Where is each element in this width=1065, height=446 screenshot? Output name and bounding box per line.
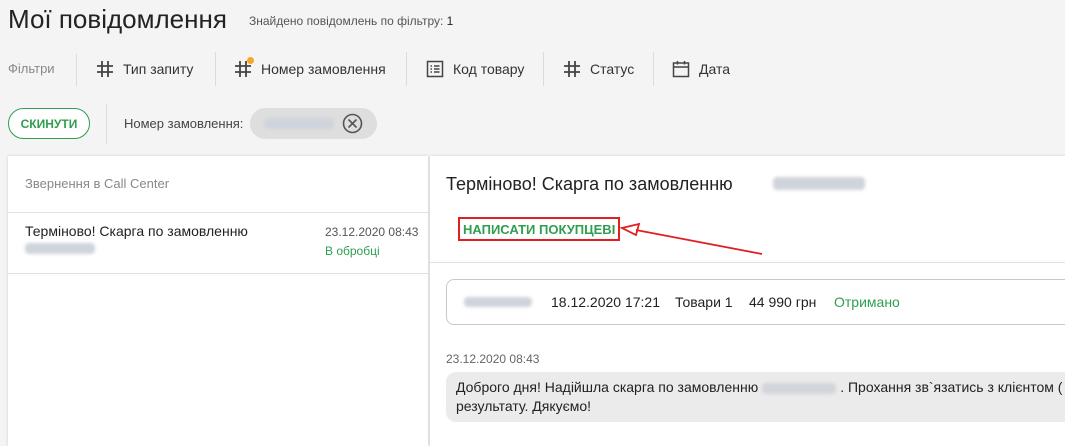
filter-divider (653, 52, 654, 86)
filter-request-type-label: Тип запиту (123, 61, 194, 77)
order-card[interactable]: 18.12.2020 17:21 Товари 1 44 990 грн Отр… (446, 279, 1065, 325)
order-status: Отримано (834, 294, 900, 310)
message-text-part2: . Прохання зв`язатись з клієнтом ( (840, 379, 1063, 395)
barcode-list-icon (426, 60, 444, 78)
order-items: Товари 1 (675, 294, 733, 310)
calendar-icon (672, 61, 690, 78)
filter-date[interactable]: Дата (671, 58, 730, 80)
active-filter-dot (247, 57, 254, 64)
message-datetime: 23.12.2020 08:43 (446, 352, 540, 366)
list-header: Звернення в Call Center (25, 176, 170, 191)
active-filter-label: Номер замовлення: (124, 116, 244, 131)
write-to-buyer-button[interactable]: НАПИСАТИ ПОКУПЦЕВІ (458, 217, 621, 241)
found-count: 1 (446, 14, 454, 28)
list-item-status: В обробці (325, 244, 380, 258)
reset-filters-button[interactable]: СКИНУТИ (8, 108, 90, 139)
requests-list-panel: Звернення в Call Center Терміново! Скарг… (8, 156, 428, 446)
list-item-datetime: 23.12.2020 08:43 (325, 225, 419, 239)
message-text-part1: Доброго дня! Надійшла скарга по замовлен… (456, 379, 759, 395)
hash-icon (564, 61, 580, 77)
filter-order-number[interactable]: Номер замовлення (233, 57, 386, 80)
filter-divider (215, 52, 216, 86)
message-line-1: Доброго дня! Надійшла скарга по замовлен… (456, 379, 1062, 395)
filter-product-code[interactable]: Код товару (425, 58, 524, 80)
redacted-order-number (264, 118, 334, 129)
detail-title: Терміново! Скарга по замовленню (446, 174, 733, 194)
order-datetime: 18.12.2020 17:21 (551, 294, 660, 310)
annotation-arrow-icon (620, 222, 763, 255)
list-item-title: Терміново! Скарга по замовленню (25, 223, 248, 239)
redacted-order-number (773, 177, 865, 190)
redacted-order-number (25, 243, 95, 254)
filter-divider (543, 52, 544, 86)
filter-order-number-label: Номер замовлення (261, 61, 386, 77)
list-divider (8, 273, 428, 274)
reset-divider (106, 104, 107, 144)
filter-status-label: Статус (590, 61, 635, 77)
filter-divider (406, 52, 407, 86)
request-detail-panel: Терміново! Скарга по замовленню НАПИСАТИ… (430, 156, 1065, 446)
filters-label: Фільтри (8, 61, 55, 76)
message-bubble: Доброго дня! Надійшла скарга по замовлен… (446, 372, 1065, 422)
detail-divider (430, 262, 1065, 263)
list-item[interactable]: Терміново! Скарга по замовленню 23.12.20… (8, 213, 428, 273)
redacted-order-number (464, 297, 532, 307)
found-label: Знайдено повідомлень по фільтру: (249, 14, 444, 28)
filter-date-label: Дата (699, 61, 731, 77)
hash-icon (97, 61, 113, 77)
page-title: Мої повідомлення (8, 4, 227, 34)
order-amount: 44 990 грн (749, 294, 817, 310)
active-filter-chip (250, 108, 377, 139)
filter-product-code-label: Код товару (453, 61, 525, 77)
filter-request-type[interactable]: Тип запиту (95, 58, 193, 80)
filter-status[interactable]: Статус (562, 58, 634, 80)
message-line-2: результату. Дякуємо! (456, 398, 592, 414)
hash-icon-wrap (233, 57, 261, 79)
filters-divider (76, 54, 77, 86)
clear-filter-icon[interactable] (341, 112, 364, 135)
redacted-order-number (762, 382, 837, 394)
found-count-text: Знайдено повідомлень по фільтру: 1 (249, 14, 453, 28)
